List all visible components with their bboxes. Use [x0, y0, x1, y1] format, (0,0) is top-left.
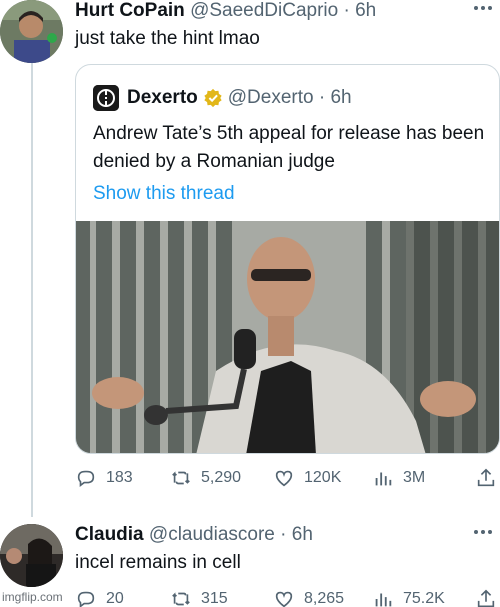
like-button[interactable]: 120K — [273, 467, 341, 489]
author-handle[interactable]: @claudiascore · 6h — [149, 524, 313, 545]
tweet-actions: 183 5,290 120K 3M — [75, 467, 500, 497]
tweet-header: Claudia @claudiascore · 6h — [75, 524, 313, 546]
tweet-header: Hurt CoPain @SaeedDiCaprio · 6h — [75, 0, 376, 22]
reply-button[interactable]: 20 — [75, 588, 124, 607]
retweet-button[interactable]: 5,290 — [170, 467, 241, 489]
like-button[interactable]: 8,265 — [273, 588, 344, 607]
retweet-icon — [172, 592, 190, 606]
tweet-text: incel remains in cell — [75, 552, 241, 573]
show-thread-link[interactable]: Show this thread — [93, 183, 235, 205]
reply-count: 20 — [106, 590, 124, 607]
more-icon[interactable] — [474, 6, 492, 10]
avatar[interactable] — [0, 0, 63, 63]
share-button[interactable] — [475, 467, 500, 489]
author-name[interactable]: Hurt CoPain — [75, 0, 185, 21]
dexerto-logo-icon — [93, 85, 119, 111]
tweet-actions: 20 315 8,265 75.2K — [75, 588, 500, 607]
share-button[interactable] — [475, 588, 500, 607]
verified-icon — [204, 88, 222, 108]
views-button[interactable]: 3M — [372, 467, 425, 489]
views-count: 75.2K — [403, 590, 445, 607]
thread-line — [31, 62, 33, 517]
share-icon — [477, 468, 495, 487]
tweet-text: just take the hint lmao — [75, 28, 260, 49]
like-icon — [275, 591, 293, 607]
views-button[interactable]: 75.2K — [372, 588, 445, 607]
quoted-author-name[interactable]: Dexerto — [127, 87, 198, 109]
views-icon — [375, 472, 392, 486]
reply-icon — [77, 470, 95, 487]
reply-button[interactable]: 183 — [75, 467, 133, 489]
author-handle[interactable]: @SaeedDiCaprio · 6h — [190, 0, 376, 21]
retweet-button[interactable]: 315 — [170, 588, 228, 607]
views-icon — [375, 593, 392, 607]
retweet-count: 315 — [201, 590, 228, 607]
retweet-count: 5,290 — [201, 469, 242, 486]
quoted-tweet-text: Andrew Tate’s 5th appeal for release has… — [93, 123, 485, 172]
quoted-tweet-photo[interactable] — [76, 221, 499, 453]
quoted-tweet-header: Dexerto @Dexerto · 6h — [93, 85, 352, 111]
like-count: 120K — [304, 469, 342, 486]
quoted-tweet-card[interactable]: Dexerto @Dexerto · 6h Andrew Tate’s 5th … — [75, 64, 500, 454]
share-icon — [477, 589, 495, 607]
imgflip-watermark: imgflip.com — [2, 590, 63, 604]
like-count: 8,265 — [304, 590, 345, 607]
views-count: 3M — [403, 469, 426, 486]
avatar[interactable] — [0, 524, 63, 587]
reply-count: 183 — [106, 469, 133, 486]
more-icon[interactable] — [474, 530, 492, 534]
retweet-icon — [172, 471, 190, 485]
like-icon — [275, 470, 293, 487]
reply-icon — [77, 591, 95, 607]
author-name[interactable]: Claudia — [75, 524, 144, 545]
quoted-author-handle[interactable]: @Dexerto · 6h — [228, 87, 352, 109]
